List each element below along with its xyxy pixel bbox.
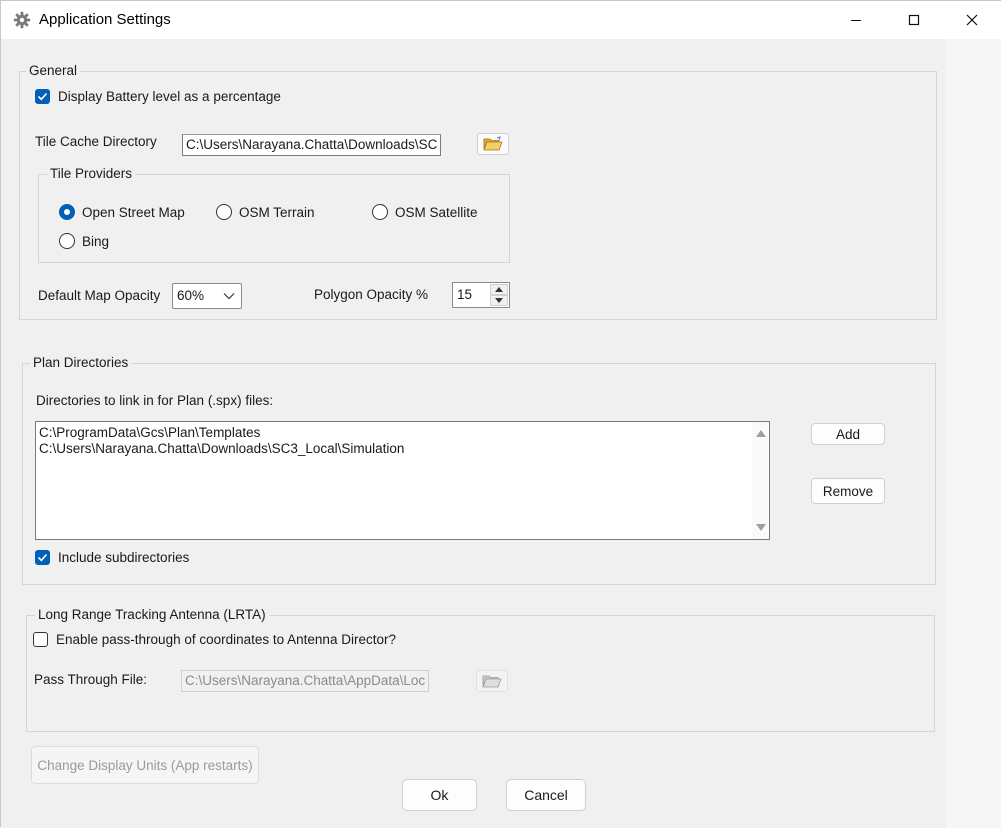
caret-down-icon [495,298,503,303]
check-icon [37,92,48,101]
lrta-legend: Long Range Tracking Antenna (LRTA) [35,607,269,622]
radio-osm-terrain-label: OSM Terrain [239,205,315,220]
map-opacity-label: Default Map Opacity [38,288,161,303]
browse-tile-cache-button[interactable] [477,133,509,155]
list-scrollbar[interactable] [752,422,769,539]
radio-bing[interactable] [59,233,75,249]
add-directory-button[interactable]: Add [811,423,885,445]
battery-checkbox[interactable] [35,89,50,104]
polygon-opacity-stepper[interactable]: 15 [452,282,510,308]
battery-label: Display Battery level as a percentage [58,89,281,104]
plan-directories-list[interactable]: C:\ProgramData\Gcs\Plan\Templates C:\Use… [35,421,770,540]
window-edge [946,39,1001,828]
radio-bing-label: Bing [82,234,110,249]
polygon-opacity-value: 15 [457,287,473,302]
stepper-down-button[interactable] [490,295,508,306]
folder-open-icon [483,136,503,151]
radio-osm-satellite-label: OSM Satellite [395,205,478,220]
map-opacity-value: 60% [177,288,205,303]
browse-pass-through-button[interactable] [476,670,508,692]
cancel-button[interactable]: Cancel [506,779,586,811]
pass-through-file-input[interactable]: C:\Users\Narayana.Chatta\AppData\Loc [181,670,429,692]
map-opacity-select[interactable]: 60% [172,283,242,309]
stepper-up-button[interactable] [490,284,508,295]
caret-up-icon [495,287,503,292]
plan-directories-items: C:\ProgramData\Gcs\Plan\Templates C:\Use… [39,425,404,457]
pass-through-file-label: Pass Through File: [34,672,148,687]
include-subdirectories-label: Include subdirectories [58,550,190,565]
close-icon [966,14,978,26]
maximize-icon [908,14,920,26]
close-button[interactable] [943,1,1001,39]
radio-open-street-map[interactable] [59,204,75,220]
list-item[interactable]: C:\Users\Narayana.Chatta\Downloads\SC3_L… [39,441,404,457]
maximize-button[interactable] [885,1,943,39]
tile-cache-input[interactable]: C:\Users\Narayana.Chatta\Downloads\SC [182,134,441,156]
change-display-units-button[interactable]: Change Display Units (App restarts) [31,746,259,784]
minimize-button[interactable] [827,1,885,39]
polygon-opacity-label: Polygon Opacity % [314,287,429,302]
window-title: Application Settings [39,11,171,28]
list-item[interactable]: C:\ProgramData\Gcs\Plan\Templates [39,425,404,441]
include-subdirectories-checkbox[interactable] [35,550,50,565]
tile-providers-legend: Tile Providers [47,166,136,181]
scroll-up-icon[interactable] [756,430,766,437]
plan-directories-legend: Plan Directories [30,355,132,370]
remove-directory-button[interactable]: Remove [811,478,885,504]
gear-icon [13,11,31,29]
enable-pass-through-label: Enable pass-through of coordinates to An… [56,632,396,647]
minimize-icon [851,20,861,21]
stepper-buttons [490,284,508,306]
chevron-down-icon [223,293,235,300]
check-icon [37,553,48,562]
title-bar[interactable]: Application Settings [1,1,1001,39]
tile-cache-label: Tile Cache Directory [35,134,157,149]
radio-osm-satellite[interactable] [372,204,388,220]
radio-open-street-map-label: Open Street Map [82,205,185,220]
settings-window: Application Settings General Display Bat… [0,0,1001,828]
general-legend: General [26,63,81,78]
folder-open-icon [482,675,502,688]
radio-osm-terrain[interactable] [216,204,232,220]
enable-pass-through-checkbox[interactable] [33,632,48,647]
scroll-down-icon[interactable] [756,524,766,531]
plan-description: Directories to link in for Plan (.spx) f… [36,393,274,408]
ok-button[interactable]: Ok [402,779,477,811]
